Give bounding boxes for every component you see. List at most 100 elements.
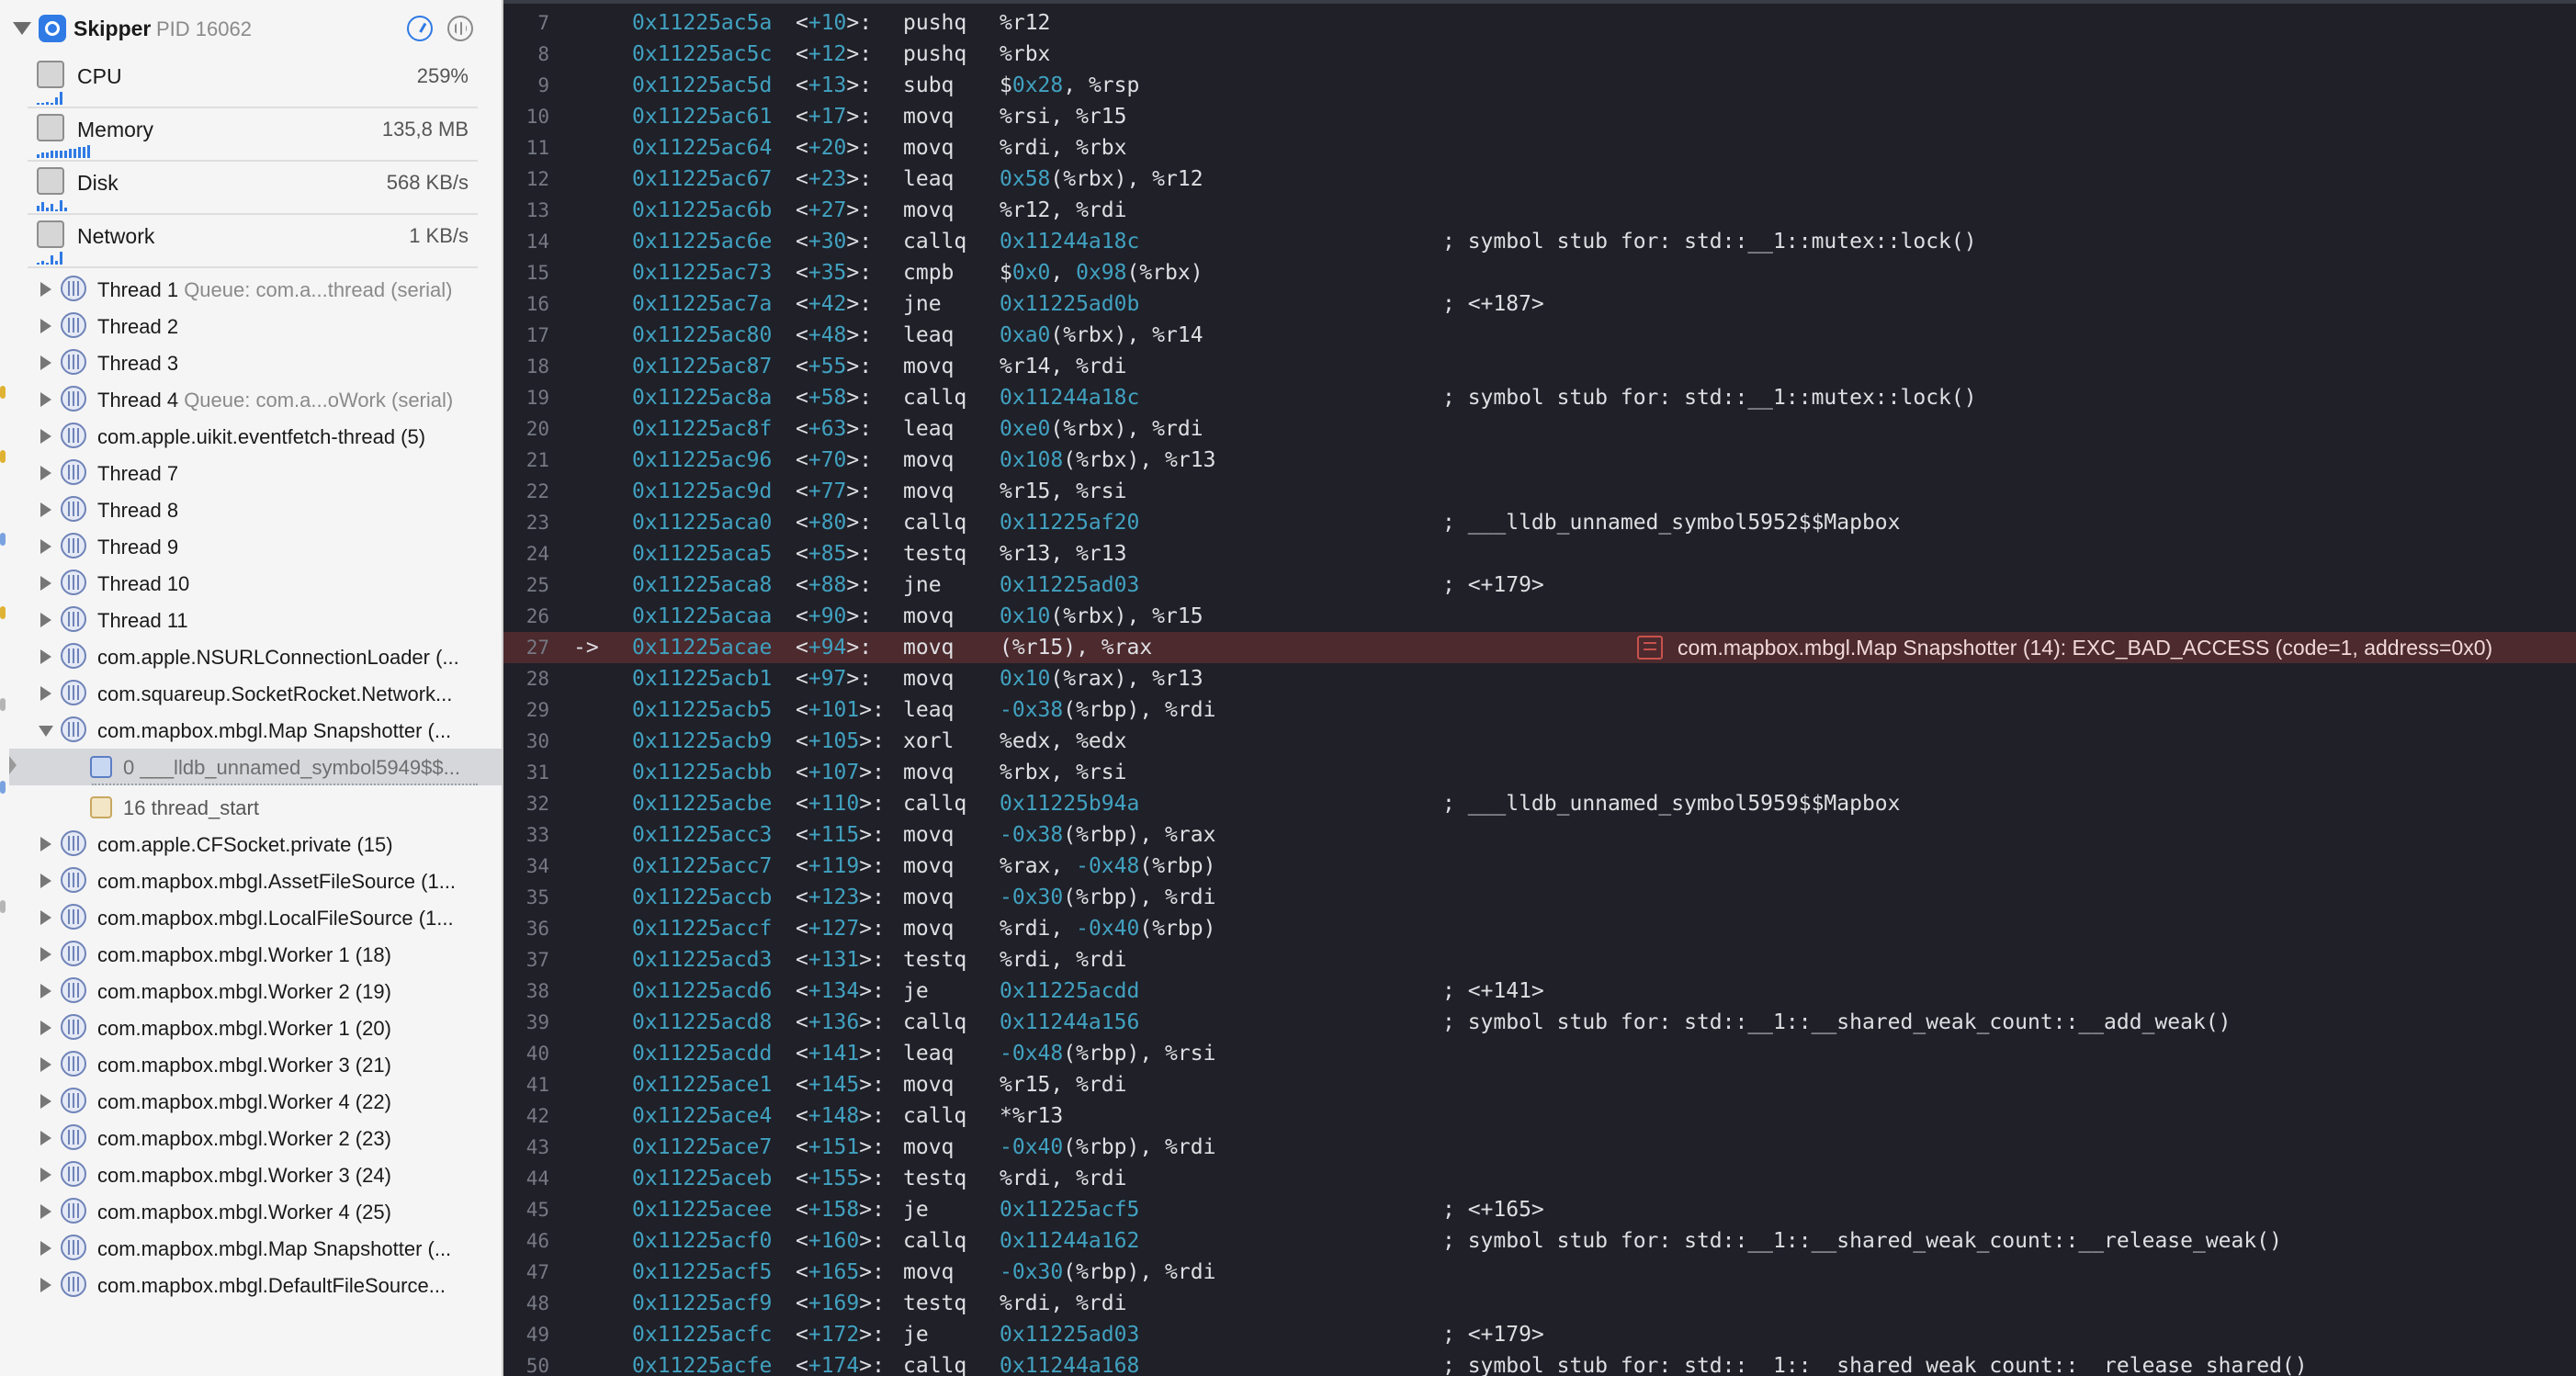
thread-row[interactable]: Thread 7 xyxy=(0,455,502,491)
code-line[interactable]: 28 0x11225acb1 <+97>: movq 0x10(%rax), %r13 xyxy=(503,663,2576,694)
disclosure-right-icon[interactable] xyxy=(40,874,51,888)
code-line[interactable]: 48 0x11225acf9 <+169>: testq %rdi, %rdi xyxy=(503,1288,2576,1319)
process-header[interactable]: Skipper PID 16062 xyxy=(0,13,502,46)
disclosure-right-icon[interactable] xyxy=(40,649,51,664)
code-line[interactable]: 50 0x11225acfe <+174>: callq 0x11244a168 ; sy… xyxy=(503,1350,2576,1376)
code-line[interactable]: 24 0x11225aca5 <+85>: testq %r13, %r13 xyxy=(503,538,2576,570)
thread-row[interactable]: Thread 1 Queue: com.a...thread (serial) xyxy=(0,271,502,308)
thread-row[interactable]: com.mapbox.mbgl.Worker 3 (21) xyxy=(0,1046,502,1083)
disclosure-right-icon[interactable] xyxy=(40,429,51,444)
thread-row[interactable]: com.mapbox.mbgl.Worker 3 (24) xyxy=(0,1156,502,1193)
disclosure-down-icon[interactable] xyxy=(39,726,53,737)
gauge-memory[interactable]: Memory 135,8 MB xyxy=(28,108,478,162)
disclosure-right-icon[interactable] xyxy=(40,576,51,591)
thread-row[interactable]: com.mapbox.mbgl.Worker 2 (23) xyxy=(0,1120,502,1156)
thread-row[interactable]: Thread 3 xyxy=(0,344,502,381)
code-line[interactable]: 18 0x11225ac87 <+55>: movq %r14, %rdi xyxy=(503,351,2576,382)
thread-row[interactable]: Thread 4 Queue: com.a...oWork (serial) xyxy=(0,381,502,418)
debug-gauge-icon[interactable] xyxy=(407,16,433,41)
disclosure-right-icon[interactable] xyxy=(40,613,51,627)
code-line[interactable]: 10 0x11225ac61 <+17>: movq %rsi, %r15 xyxy=(503,101,2576,132)
code-line[interactable]: 32 0x11225acbe <+110>: callq 0x11225b94a ; __… xyxy=(503,788,2576,819)
code-line[interactable]: 38 0x11225acd6 <+134>: je 0x11225acdd ; <+141… xyxy=(503,976,2576,1007)
disclosure-right-icon[interactable] xyxy=(40,1204,51,1219)
code-line[interactable]: 44 0x11225aceb <+155>: testq %rdi, %rdi xyxy=(503,1163,2576,1194)
code-line[interactable]: 9 0x11225ac5d <+13>: subq $0x28, %rsp xyxy=(503,70,2576,101)
disclosure-right-icon[interactable] xyxy=(40,837,51,852)
code-line[interactable]: 33 0x11225acc3 <+115>: movq -0x38(%rbp), %ra… xyxy=(503,819,2576,851)
disclosure-right-icon[interactable] xyxy=(40,539,51,554)
disclosure-right-icon[interactable] xyxy=(40,392,51,407)
code-line[interactable]: 35 0x11225accb <+123>: movq -0x30(%rbp), %rd… xyxy=(503,882,2576,913)
thread-row[interactable]: com.mapbox.mbgl.Worker 4 (25) xyxy=(0,1193,502,1230)
code-line[interactable]: 8 0x11225ac5c <+12>: pushq %rbx xyxy=(503,39,2576,70)
code-line[interactable]: 46 0x11225acf0 <+160>: callq 0x11244a162 ; sy… xyxy=(503,1225,2576,1257)
code-line[interactable]: 29 0x11225acb5 <+101>: leaq -0x38(%rbp), %rd… xyxy=(503,694,2576,726)
code-line[interactable]: 19 0x11225ac8a <+58>: callq 0x11244a18c ; sym… xyxy=(503,382,2576,413)
thread-row[interactable]: Thread 11 xyxy=(0,602,502,638)
code-line[interactable]: 40 0x11225acdd <+141>: leaq -0x48(%rbp), %rs… xyxy=(503,1038,2576,1069)
thread-row[interactable]: com.mapbox.mbgl.Map Snapshotter (... xyxy=(0,712,502,749)
code-line[interactable]: 43 0x11225ace7 <+151>: movq -0x40(%rbp), %rd… xyxy=(503,1132,2576,1163)
crash-line[interactable]: 27 -> 0x11225acae <+94>: movq (%r15), %rax com… xyxy=(503,632,2576,663)
code-line[interactable]: 26 0x11225acaa <+90>: movq 0x10(%rbx), %r15 xyxy=(503,601,2576,632)
disclosure-right-icon[interactable] xyxy=(40,1057,51,1072)
code-line[interactable]: 37 0x11225acd3 <+131>: testq %rdi, %rdi xyxy=(503,944,2576,976)
stack-frame[interactable]: 16 thread_start xyxy=(9,789,502,826)
code-line[interactable]: 13 0x11225ac6b <+27>: movq %r12, %rdi xyxy=(503,195,2576,226)
code-line[interactable]: 49 0x11225acfc <+172>: je 0x11225ad03 ; <+179… xyxy=(503,1319,2576,1350)
disclosure-right-icon[interactable] xyxy=(40,1131,51,1145)
thread-row[interactable]: com.squareup.SocketRocket.Network... xyxy=(0,675,502,712)
disclosure-right-icon[interactable] xyxy=(40,355,51,370)
gauge-network[interactable]: Network 1 KB/s xyxy=(28,215,478,268)
disclosure-right-icon[interactable] xyxy=(40,1094,51,1109)
disclosure-right-icon[interactable] xyxy=(40,502,51,517)
disclosure-right-icon[interactable] xyxy=(40,1021,51,1035)
thread-view-icon[interactable] xyxy=(447,16,473,41)
disclosure-right-icon[interactable] xyxy=(40,319,51,333)
disclosure-right-icon[interactable] xyxy=(40,984,51,998)
thread-row[interactable]: com.mapbox.mbgl.Map Snapshotter (... xyxy=(0,1230,502,1267)
code-line[interactable]: 17 0x11225ac80 <+48>: leaq 0xa0(%rbx), %r14 xyxy=(503,320,2576,351)
thread-row[interactable]: com.mapbox.mbgl.Worker 1 (20) xyxy=(0,1009,502,1046)
thread-row[interactable]: com.mapbox.mbgl.DefaultFileSource... xyxy=(0,1267,502,1303)
code-line[interactable]: 11 0x11225ac64 <+20>: movq %rdi, %rbx xyxy=(503,132,2576,164)
disclosure-right-icon[interactable] xyxy=(40,466,51,480)
code-line[interactable]: 42 0x11225ace4 <+148>: callq *%r13 xyxy=(503,1100,2576,1132)
code-line[interactable]: 34 0x11225acc7 <+119>: movq %rax, -0x48(%rbp… xyxy=(503,851,2576,882)
disclosure-right-icon[interactable] xyxy=(40,1278,51,1292)
disclosure-right-icon[interactable] xyxy=(40,686,51,701)
thread-row[interactable]: Thread 2 xyxy=(0,308,502,344)
code-line[interactable]: 25 0x11225aca8 <+88>: jne 0x11225ad03 ; <+179… xyxy=(503,570,2576,601)
crash-annotation[interactable]: com.mapbox.mbgl.Map Snapshotter (14): EX… xyxy=(1637,632,2492,663)
code-line[interactable]: 15 0x11225ac73 <+35>: cmpb $0x0, 0x98(%rbx) xyxy=(503,257,2576,288)
code-line[interactable]: 16 0x11225ac7a <+42>: jne 0x11225ad0b ; <+187… xyxy=(503,288,2576,320)
thread-row[interactable]: com.mapbox.mbgl.Worker 2 (19) xyxy=(0,973,502,1009)
disclosure-right-icon[interactable] xyxy=(40,910,51,925)
code-line[interactable]: 20 0x11225ac8f <+63>: leaq 0xe0(%rbx), %rdi xyxy=(503,413,2576,445)
stack-frame[interactable]: 0 ___lldb_unnamed_symbol5949$$... xyxy=(9,749,502,785)
code-line[interactable]: 45 0x11225acee <+158>: je 0x11225acf5 ; <+165… xyxy=(503,1194,2576,1225)
thread-row[interactable]: Thread 8 xyxy=(0,491,502,528)
disclosure-down-icon[interactable] xyxy=(13,22,31,35)
code-line[interactable]: 14 0x11225ac6e <+30>: callq 0x11244a18c ; sym… xyxy=(503,226,2576,257)
thread-row[interactable]: Thread 9 xyxy=(0,528,502,565)
thread-row[interactable]: com.mapbox.mbgl.Worker 4 (22) xyxy=(0,1083,502,1120)
code-line[interactable]: 30 0x11225acb9 <+105>: xorl %edx, %edx xyxy=(503,726,2576,757)
disclosure-right-icon[interactable] xyxy=(40,947,51,962)
gauge-disk[interactable]: Disk 568 KB/s xyxy=(28,162,478,215)
code-line[interactable]: 31 0x11225acbb <+107>: movq %rbx, %rsi xyxy=(503,757,2576,788)
code-line[interactable]: 21 0x11225ac96 <+70>: movq 0x108(%rbx), %r13 xyxy=(503,445,2576,476)
gauge-cpu[interactable]: CPU 259% xyxy=(28,55,478,108)
thread-row[interactable]: com.mapbox.mbgl.Worker 1 (18) xyxy=(0,936,502,973)
thread-row[interactable]: com.apple.uikit.eventfetch-thread (5) xyxy=(0,418,502,455)
disclosure-right-icon[interactable] xyxy=(40,1167,51,1182)
code-line[interactable]: 47 0x11225acf5 <+165>: movq -0x30(%rbp), %rd… xyxy=(503,1257,2576,1288)
code-line[interactable]: 12 0x11225ac67 <+23>: leaq 0x58(%rbx), %r12 xyxy=(503,164,2576,195)
code-line[interactable]: 22 0x11225ac9d <+77>: movq %r15, %rsi xyxy=(503,476,2576,507)
disclosure-right-icon[interactable] xyxy=(40,282,51,297)
code-line[interactable]: 7 0x11225ac5a <+10>: pushq %r12 xyxy=(503,7,2576,39)
thread-row[interactable]: Thread 10 xyxy=(0,565,502,602)
code-line[interactable]: 41 0x11225ace1 <+145>: movq %r15, %rdi xyxy=(503,1069,2576,1100)
thread-row[interactable]: com.apple.CFSocket.private (15) xyxy=(0,826,502,863)
